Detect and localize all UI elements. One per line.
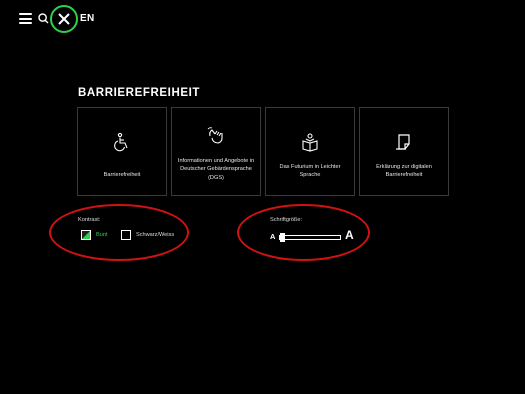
contrast-option-label: Bunt — [96, 232, 108, 238]
tile-leichte-sprache[interactable]: Das Futurium in Leichter Sprache — [265, 107, 355, 196]
font-size-large-icon: A — [345, 228, 354, 242]
sign-language-icon — [207, 127, 223, 144]
close-button[interactable] — [50, 5, 78, 33]
contrast-label: Kontrast: — [78, 217, 101, 223]
page-title: BARRIEREFREIHEIT — [78, 87, 201, 99]
document-icon — [396, 134, 410, 150]
tile-barrierefreiheit[interactable]: Barrierefreiheit — [77, 107, 167, 196]
color-contrast-icon — [81, 230, 91, 240]
font-size-slider[interactable] — [279, 233, 341, 242]
font-size-label: Schriftgröße: — [270, 217, 303, 223]
search-icon[interactable] — [38, 11, 49, 24]
tile-erklaerung[interactable]: Erklärung zur digitalen Barrierefreiheit — [359, 107, 449, 196]
top-bar: EN — [0, 0, 525, 38]
easy-language-icon — [302, 133, 318, 152]
tile-label: Erklärung zur digitalen Barrierefreiheit — [376, 164, 432, 179]
contrast-option-bunt[interactable]: Bunt — [81, 230, 115, 242]
language-switch[interactable]: EN — [80, 13, 95, 24]
font-size-slider-thumb[interactable] — [280, 233, 285, 242]
contrast-option-schwarz-weiss[interactable]: Schwarz/Weiss — [121, 230, 181, 242]
checkbox-icon — [121, 230, 131, 240]
tile-label: Informationen und Angebote in Deutscher … — [177, 158, 255, 181]
close-icon — [58, 13, 70, 25]
tile-gebaerdensprache[interactable]: Informationen und Angebote in Deutscher … — [171, 107, 261, 196]
tile-label: Barrierefreiheit — [103, 172, 141, 178]
font-size-small-icon: A — [270, 232, 276, 241]
wheelchair-icon — [114, 132, 128, 152]
contrast-option-label: Schwarz/Weiss — [136, 232, 175, 238]
hamburger-menu-icon[interactable] — [19, 13, 32, 24]
tile-label: Das Futurium in Leichter Sprache — [279, 164, 341, 179]
